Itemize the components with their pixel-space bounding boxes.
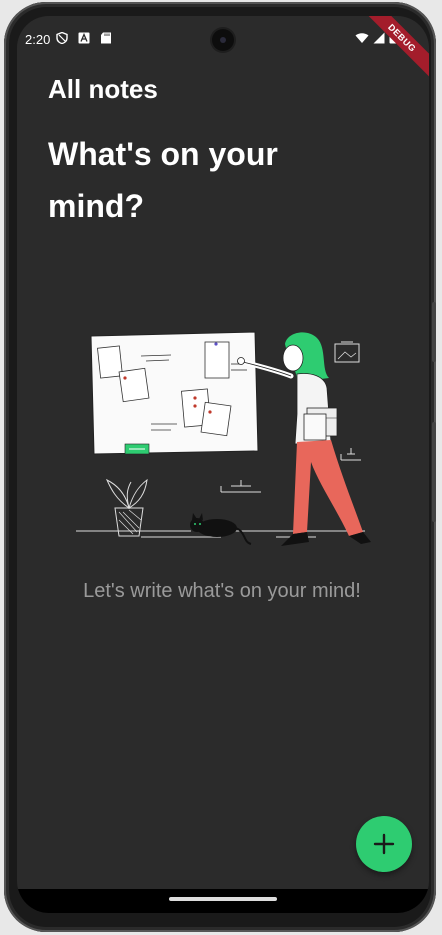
signal-icon	[373, 32, 385, 44]
page-title: All notes	[48, 74, 158, 104]
empty-state-illustration	[76, 331, 371, 546]
add-note-button[interactable]	[356, 816, 412, 872]
volume-button	[432, 422, 436, 522]
whiteboard-illustration	[90, 331, 259, 455]
wall-frame-illustration	[334, 341, 360, 363]
front-camera	[212, 29, 234, 51]
status-bar: 2:20 DEBUG	[17, 16, 429, 83]
system-nav-bar	[17, 889, 429, 913]
a-icon	[78, 32, 90, 44]
power-button	[432, 302, 436, 362]
empty-state-message: Let's write what's on your mind!	[83, 580, 361, 602]
debug-banner: DEBUG	[357, 16, 429, 83]
plus-icon	[373, 833, 395, 855]
cat-illustration	[190, 513, 252, 545]
phone-frame: 2:20 DEBUG All notes What's on your mind…	[4, 2, 436, 932]
wifi-icon	[355, 33, 369, 43]
plant-illustration	[105, 478, 148, 537]
app-screen: 2:20 DEBUG All notes What's on your mind…	[17, 16, 429, 913]
status-time: 2:20	[25, 32, 51, 47]
shield-icon	[56, 32, 68, 44]
home-gesture-handle[interactable]	[169, 897, 277, 901]
sd-card-icon	[101, 32, 111, 44]
prompt-heading: What's on your mind?	[48, 136, 278, 224]
